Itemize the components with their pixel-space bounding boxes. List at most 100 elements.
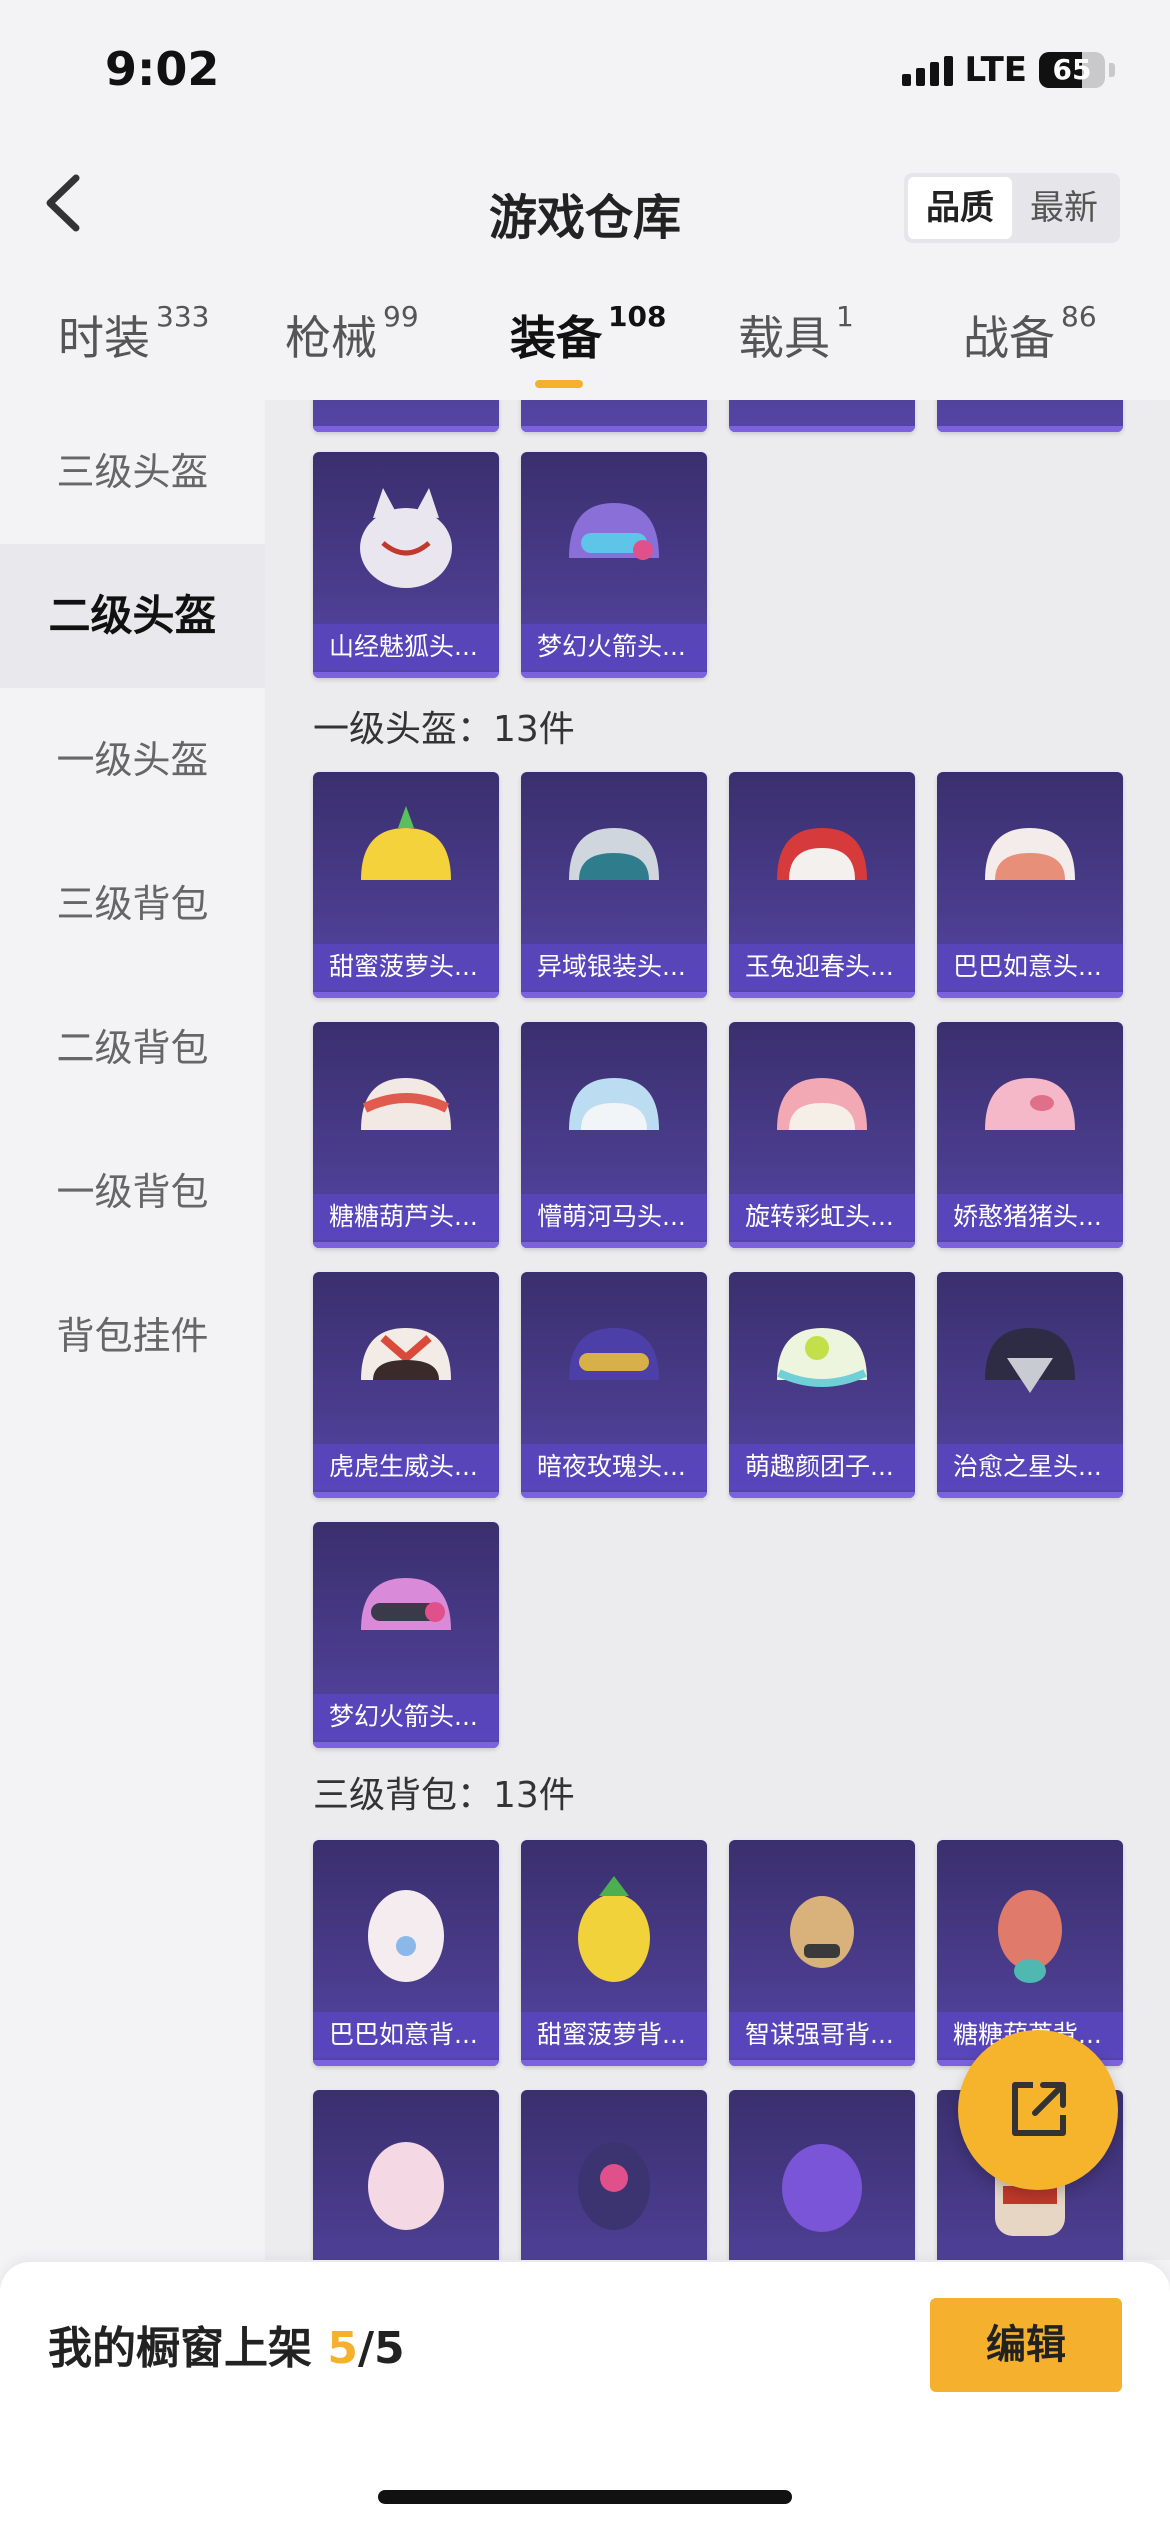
sort-quality-button[interactable]: 品质 xyxy=(908,177,1012,239)
sidebar-item-level2-backpack[interactable]: 二级背包 xyxy=(0,976,265,1120)
sidebar-item-backpack-pendant[interactable]: 背包挂件 xyxy=(0,1264,265,1408)
backpack-icon xyxy=(578,1876,650,1982)
tab-equipment[interactable]: 装备 108 xyxy=(510,300,666,368)
item-card[interactable] xyxy=(521,2090,707,2260)
header: 游戏仓库 品质 最新 xyxy=(0,140,1170,270)
item-card[interactable]: 山经魅狐头... xyxy=(313,452,499,678)
item-card[interactable]: 娇憨猪猪头... xyxy=(937,1022,1123,1248)
item-card[interactable] xyxy=(729,2090,915,2260)
status-time: 9:02 xyxy=(105,42,220,96)
item-card[interactable]: 暗夜玫瑰头... xyxy=(521,1272,707,1498)
tab-fashion[interactable]: 时装 333 xyxy=(58,300,209,368)
helmet-icon xyxy=(361,806,451,880)
item-grid: 山经魅狐头... 梦幻火箭头... 一级头盔：13件 甜蜜菠萝头... 异域银装… xyxy=(265,400,1170,2260)
item-card[interactable]: 懵萌河马头... xyxy=(521,1022,707,1248)
item-name: 萌趣颜团子... xyxy=(729,1444,915,1490)
item-card[interactable]: 巴巴如意背... xyxy=(313,1840,499,2066)
helmet-icon xyxy=(361,1578,451,1630)
item-card[interactable]: 旋转彩虹头... xyxy=(729,1022,915,1248)
item-name: 异域银装头... xyxy=(521,944,707,990)
edit-button[interactable]: 编辑 xyxy=(930,2298,1122,2392)
item-name: 山经魅狐头... xyxy=(313,624,499,670)
share-icon xyxy=(1012,2082,1066,2136)
tab-vehicles[interactable]: 载具 1 xyxy=(738,300,854,368)
sort-toggle: 品质 最新 xyxy=(904,173,1120,243)
backpack-icon xyxy=(368,1890,444,1982)
item-card[interactable]: 糖糖葫芦头... xyxy=(313,1022,499,1248)
item-card[interactable]: 玉兔迎春头... xyxy=(729,772,915,998)
share-button[interactable] xyxy=(958,2030,1118,2190)
helmet-icon xyxy=(777,1078,867,1130)
sidebar-item-level1-backpack[interactable]: 一级背包 xyxy=(0,1120,265,1264)
home-indicator xyxy=(378,2490,792,2504)
helmet-icon xyxy=(777,1328,867,1387)
sidebar-item-level3-backpack[interactable]: 三级背包 xyxy=(0,832,265,976)
helmet-icon xyxy=(985,828,1075,880)
helmet-icon xyxy=(569,1078,659,1130)
item-name: 甜蜜菠萝背... xyxy=(521,2012,707,2058)
item-name: 暗夜玫瑰头... xyxy=(521,1444,707,1490)
item-card[interactable] xyxy=(313,400,499,432)
helmet-icon xyxy=(361,1328,451,1380)
item-card[interactable] xyxy=(937,400,1123,432)
item-name: 糖糖葫芦头... xyxy=(313,1194,499,1240)
status-icons: LTE 65 xyxy=(901,50,1115,90)
item-name: 懵萌河马头... xyxy=(521,1194,707,1240)
sort-newest-button[interactable]: 最新 xyxy=(1012,177,1116,239)
battery-icon: 65 xyxy=(1039,52,1105,88)
item-name: 娇憨猪猪头... xyxy=(937,1194,1123,1240)
signal-icon xyxy=(901,54,953,86)
item-card[interactable]: 梦幻火箭头... xyxy=(521,452,707,678)
backpack-icon xyxy=(998,1890,1062,1983)
item-card[interactable] xyxy=(729,400,915,432)
item-name: 梦幻火箭头... xyxy=(521,624,707,670)
showcase-count: 5 xyxy=(327,2323,358,2374)
helmet-icon xyxy=(569,828,659,880)
item-card[interactable]: 萌趣颜团子... xyxy=(729,1272,915,1498)
helmet-icon xyxy=(360,488,452,588)
item-name: 梦幻火箭头... xyxy=(313,1694,499,1740)
item-card[interactable]: 虎虎生威头... xyxy=(313,1272,499,1498)
helmet-icon xyxy=(985,1328,1075,1393)
item-name: 智谋强哥背... xyxy=(729,2012,915,2058)
sidebar: 三级头盔 二级头盔 一级头盔 三级背包 二级背包 一级背包 背包挂件 xyxy=(0,400,265,2260)
item-card[interactable] xyxy=(521,400,707,432)
item-name: 玉兔迎春头... xyxy=(729,944,915,990)
status-bar: 9:02 LTE 65 xyxy=(0,0,1170,140)
helmet-icon xyxy=(777,828,867,880)
sidebar-item-level2-helmet[interactable]: 二级头盔 xyxy=(0,544,265,688)
item-card[interactable]: 治愈之星头... xyxy=(937,1272,1123,1498)
item-card[interactable]: 智谋强哥背... xyxy=(729,1840,915,2066)
item-name: 治愈之星头... xyxy=(937,1444,1123,1490)
item-card[interactable]: 梦幻火箭头... xyxy=(313,1522,499,1748)
helmet-icon xyxy=(985,1078,1075,1130)
item-card[interactable]: 异域银装头... xyxy=(521,772,707,998)
category-tabs: 时装 333 枪械 99 装备 108 载具 1 战备 86 xyxy=(0,280,1170,400)
battery-level: 65 xyxy=(1052,53,1092,86)
item-name: 甜蜜菠萝头... xyxy=(313,944,499,990)
item-card[interactable]: 甜蜜菠萝背... xyxy=(521,1840,707,2066)
item-name: 虎虎生威头... xyxy=(313,1444,499,1490)
item-name: 巴巴如意头... xyxy=(937,944,1123,990)
sidebar-item-level3-helmet[interactable]: 三级头盔 xyxy=(0,400,265,544)
item-card[interactable] xyxy=(313,2090,499,2260)
helmet-icon xyxy=(569,503,659,560)
backpack-icon xyxy=(782,2144,862,2232)
section-title-level3-backpack: 三级背包：13件 xyxy=(313,1775,575,1816)
item-name: 旋转彩虹头... xyxy=(729,1194,915,1240)
backpack-icon xyxy=(578,2142,650,2230)
tab-supplies[interactable]: 战备 86 xyxy=(963,300,1097,368)
helmet-icon xyxy=(569,1328,659,1380)
item-card[interactable]: 巴巴如意头... xyxy=(937,772,1123,998)
section-title-level1-helmet: 一级头盔：13件 xyxy=(313,709,575,750)
backpack-icon xyxy=(368,2142,444,2230)
tab-guns[interactable]: 枪械 99 xyxy=(285,300,419,368)
active-tab-indicator xyxy=(535,380,583,388)
backpack-icon xyxy=(790,1896,854,1968)
showcase-status: 我的橱窗上架 5/5 xyxy=(48,2323,405,2374)
network-type: LTE xyxy=(964,50,1027,90)
item-name: 巴巴如意背... xyxy=(313,2012,499,2058)
sidebar-item-level1-helmet[interactable]: 一级头盔 xyxy=(0,688,265,832)
helmet-icon xyxy=(361,1078,451,1130)
item-card[interactable]: 甜蜜菠萝头... xyxy=(313,772,499,998)
